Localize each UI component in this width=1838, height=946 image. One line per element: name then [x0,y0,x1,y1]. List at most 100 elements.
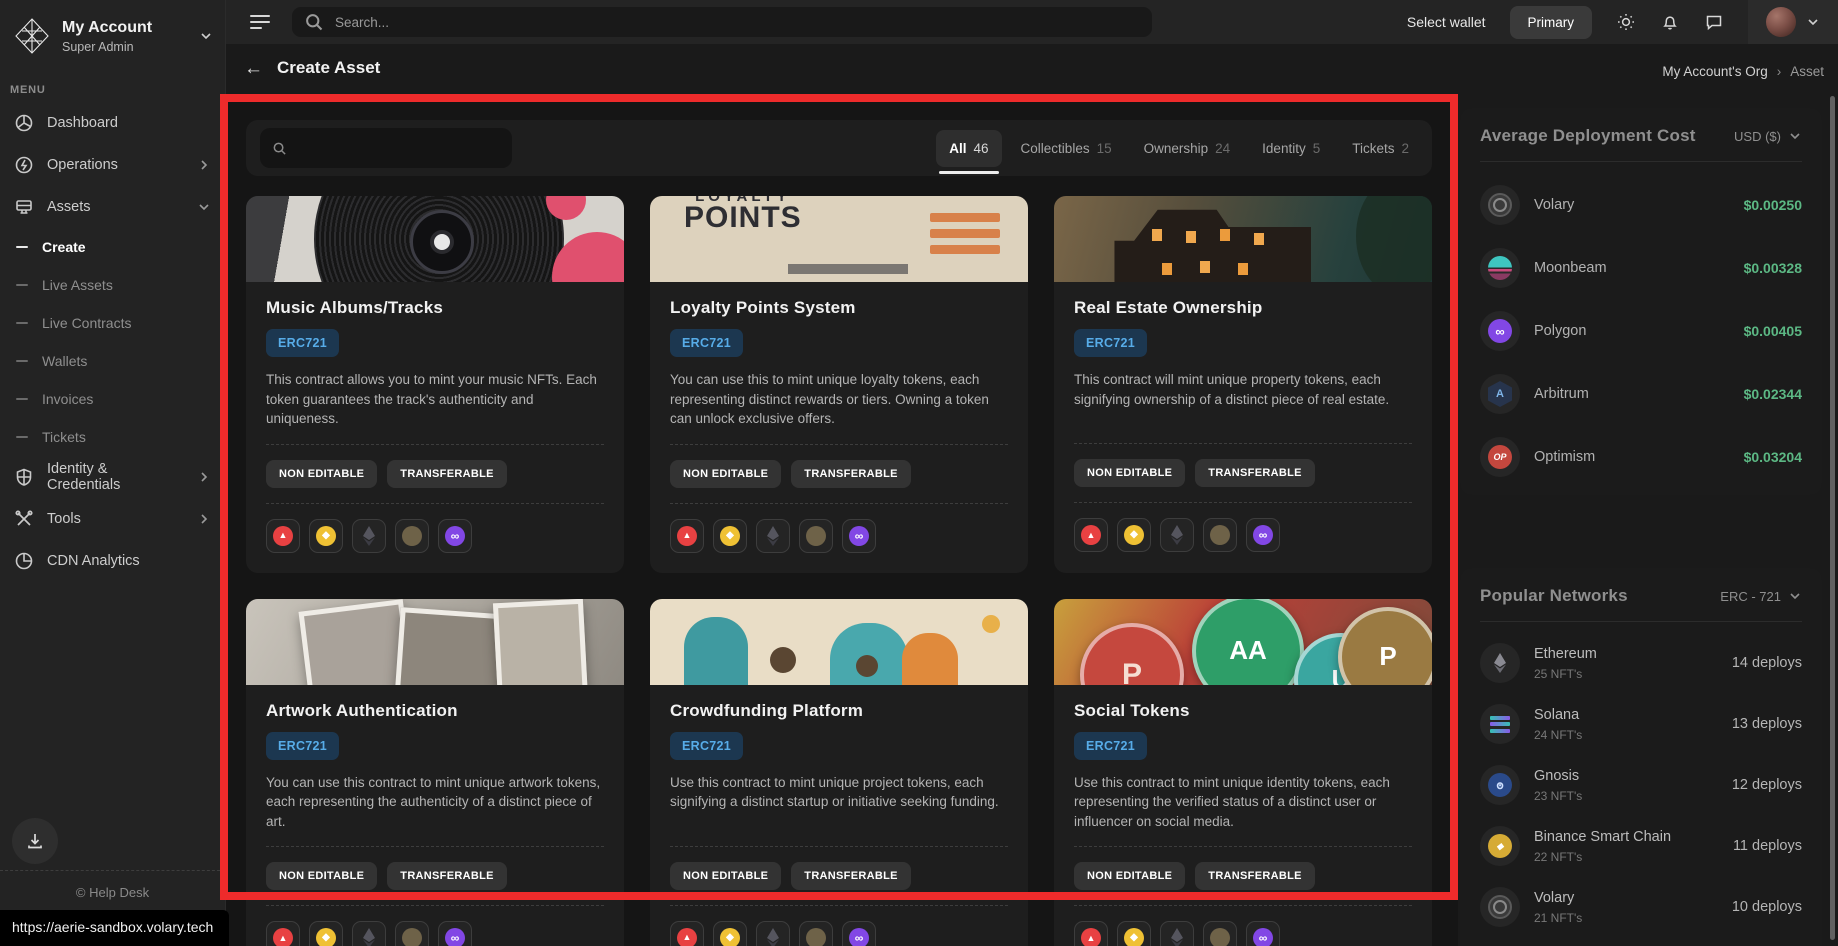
card-tags: NON EDITABLE TRANSFERABLE [1074,862,1412,890]
ethereum-icon [756,519,790,553]
menu-toggle-button[interactable] [250,11,270,33]
card-image-crowd-illustration [650,599,1028,685]
divider [266,503,604,504]
tab-label: Ownership [1144,141,1209,156]
sidebar-item-operations[interactable]: Operations [6,144,219,186]
card-title: Real Estate Ownership [1074,298,1412,318]
sidebar-item-identity-credentials[interactable]: Identity & Credentials [6,456,219,498]
tag-non-editable: NON EDITABLE [1074,459,1185,487]
tag-transferable: TRANSFERABLE [387,460,506,488]
sidebar: My Account Super Admin MENU Dashboard Op… [0,0,226,946]
subitem-dash [16,436,28,438]
card-tags: NON EDITABLE TRANSFERABLE [1074,459,1412,487]
network-name: Polygon [1534,323,1586,339]
network-row: Ethereum 25 NFT's 14 deploys [1480,643,1802,683]
asset-card-social-tokens[interactable]: P AA U P Social Tokens ERC721 Use this c… [1054,599,1432,946]
tab-count: 2 [1401,141,1409,156]
sidebar-subitem-invoices[interactable]: Invoices [6,380,219,418]
org-names: My Account Super Admin [62,19,189,54]
optimism-icon: OP [1480,437,1520,477]
binance-icon: ◆ [713,921,747,946]
wallet-button[interactable]: Primary [1510,6,1593,39]
theme-sun-icon[interactable] [1616,12,1636,32]
asset-card-real-estate[interactable]: Real Estate Ownership ERC721 This contra… [1054,196,1432,573]
polygon-icon: ∞ [1246,921,1280,946]
asset-card-artwork-authentication[interactable]: Artwork Authentication ERC721 You can us… [246,599,624,946]
sidebar-item-tools[interactable]: Tools [6,498,219,540]
org-role: Super Admin [62,40,189,54]
sidebar-subitem-tickets[interactable]: Tickets [6,418,219,456]
divider [266,444,604,445]
avalanche-icon: ▲ [266,921,300,946]
network-name: Solana [1534,707,1582,723]
sidebar-subitem-live-contracts[interactable]: Live Contracts [6,304,219,342]
erc721-badge: ERC721 [1074,732,1147,760]
sidebar-item-label: Dashboard [47,115,211,131]
card-title: Loyalty Points System [670,298,1008,318]
tab-identity[interactable]: Identity5 [1249,130,1333,167]
app-window: My Account Super Admin MENU Dashboard Op… [0,0,1838,946]
page-header: ← Create Asset [244,58,380,78]
network-name: Ethereum [1534,646,1597,662]
divider [1074,502,1412,503]
popular-networks-panel: Popular Networks ERC - 721 Ethereum 25 N… [1460,568,1822,946]
user-menu[interactable] [1748,0,1838,44]
asset-search[interactable] [260,128,512,168]
tab-tickets[interactable]: Tickets2 [1339,130,1422,167]
tab-collectibles[interactable]: Collectibles15 [1008,130,1125,167]
network-row: Volary 21 NFT's 10 deploys [1480,887,1802,927]
tab-ownership[interactable]: Ownership24 [1131,130,1244,167]
global-search[interactable] [292,7,1152,37]
panel-title: Popular Networks [1480,586,1628,606]
network-row: ◆ Binance Smart Chain 22 NFT's 11 deploy… [1480,826,1802,866]
chevron-down-icon [1806,15,1820,29]
org-switcher[interactable]: My Account Super Admin [0,0,225,70]
network-row: ꙩ Gnosis 23 NFT's 12 deploys [1480,765,1802,805]
scrollbar[interactable] [1830,96,1835,940]
tab-count: 15 [1097,141,1112,156]
card-description: This contract allows you to mint your mu… [266,370,604,429]
search-input[interactable] [333,14,1140,31]
asset-card-loyalty-points[interactable]: LOYALTY POINTS Loyalty Points System ERC… [650,196,1028,573]
chat-icon[interactable] [1704,12,1724,32]
sidebar-item-dashboard[interactable]: Dashboard [6,102,219,144]
sidebar-subitem-create[interactable]: Create [6,228,219,266]
divider [1074,846,1412,847]
coin-p2: P [1338,607,1432,685]
avalanche-icon: ▲ [266,519,300,553]
erc-filter-selector[interactable]: ERC - 721 [1720,589,1802,604]
org-name: My Account [62,19,189,37]
tab-all[interactable]: All46 [936,130,1001,167]
divider [670,846,1008,847]
chevron-down-icon [1788,129,1802,143]
asset-search-input[interactable] [295,140,500,157]
network-name: Moonbeam [1534,260,1607,276]
chevron-down-icon [1788,589,1802,603]
network-row: Solana 24 NFT's 13 deploys [1480,704,1802,744]
sidebar-subitem-live-assets[interactable]: Live Assets [6,266,219,304]
back-button[interactable]: ← [244,59,263,78]
breadcrumb-org[interactable]: My Account's Org [1662,64,1767,79]
asset-card-crowdfunding[interactable]: Crowdfunding Platform ERC721 Use this co… [650,599,1028,946]
card-description: You can use this to mint unique loyalty … [670,370,1008,429]
sidebar-item-assets[interactable]: Assets [6,186,219,228]
coin-aa: AA [1192,599,1304,685]
card-image-house [1054,196,1432,282]
divider [670,444,1008,445]
sidebar-item-cdn-analytics[interactable]: CDN Analytics [6,540,219,582]
download-button[interactable] [12,818,58,864]
subitem-dash [16,246,28,248]
select-wallet-link[interactable]: Select wallet [1407,14,1486,30]
average-deployment-cost-panel: Average Deployment Cost USD ($) Volary $… [1460,108,1822,495]
cost-row: A Arbitrum $0.02344 [1480,374,1802,414]
currency-selector[interactable]: USD ($) [1734,129,1802,144]
asset-card-music-albums[interactable]: Music Albums/Tracks ERC721 This contract… [246,196,624,573]
sidebar-subitem-wallets[interactable]: Wallets [6,342,219,380]
notifications-bell-icon[interactable] [1660,12,1680,32]
cost-row: OP Optimism $0.03204 [1480,437,1802,477]
status-url-tooltip: https://aerie-sandbox.volary.tech [0,910,229,946]
help-desk-link[interactable]: © Help Desk [0,885,225,900]
tag-transferable: TRANSFERABLE [791,460,910,488]
subitem-dash [16,360,28,362]
card-title: Artwork Authentication [266,701,604,721]
